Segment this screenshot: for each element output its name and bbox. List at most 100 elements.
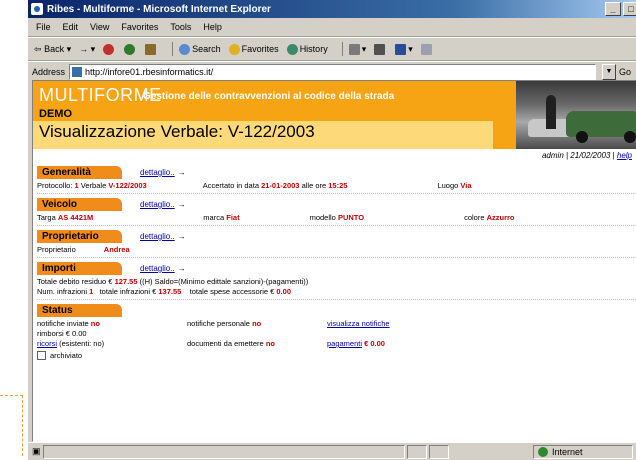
- toolbar-separator: [172, 42, 174, 56]
- mail-icon: [348, 43, 360, 55]
- status-pane: [42, 444, 405, 459]
- menu-tools[interactable]: Tools: [170, 22, 191, 32]
- home-button[interactable]: [145, 43, 158, 55]
- forward-arrow-icon: →: [79, 44, 89, 54]
- archiviato-label: archiviato: [50, 351, 83, 360]
- maximize-button[interactable]: □: [623, 2, 636, 16]
- pagamenti-value: € 0.00: [364, 339, 385, 348]
- address-dropdown[interactable]: ▼: [602, 64, 616, 80]
- photo-person: [546, 95, 556, 129]
- status-bar: ▣ Internet: [28, 442, 636, 460]
- user-info: admin | 21/02/2003 | help: [33, 151, 636, 162]
- refresh-icon: [124, 43, 136, 55]
- documenti-value: no: [265, 339, 275, 348]
- dettaglio-link[interactable]: dettaglio..: [140, 264, 175, 273]
- totale-infrazioni-value: 137.55: [158, 287, 182, 296]
- menu-edit[interactable]: Edit: [63, 22, 79, 32]
- ore-label: alle ore: [301, 181, 327, 190]
- back-button[interactable]: ⇦ Back ▾: [34, 44, 71, 55]
- history-icon: [286, 43, 298, 55]
- page-icon: [72, 67, 83, 77]
- print-icon: [374, 43, 386, 55]
- section-veicolo: Veicolo dettaglio.. → Targa AS 4421M mar…: [37, 198, 636, 226]
- print-button[interactable]: [374, 43, 387, 55]
- section-generalita: Generalità dettaglio.. → Protocollo: 1 V…: [37, 166, 636, 194]
- ricorsi-link[interactable]: ricorsi: [37, 339, 57, 348]
- go-button[interactable]: Go: [619, 67, 636, 77]
- photo-wheel: [576, 131, 588, 143]
- stop-button[interactable]: [103, 43, 116, 55]
- rimborsi-text: rimborsi € 0.00: [37, 329, 87, 338]
- spese-label: totale spese accessorie €: [189, 287, 275, 296]
- history-button[interactable]: History: [286, 43, 328, 55]
- zone-label: Internet: [552, 446, 583, 457]
- veicolo-row: Targa AS 4421M marca Fiat modello PUNTO …: [37, 211, 636, 226]
- refresh-button[interactable]: [124, 43, 137, 55]
- back-label: Back: [44, 44, 65, 54]
- minimize-button[interactable]: _: [605, 2, 621, 16]
- forward-button[interactable]: → ▾: [79, 44, 95, 55]
- menu-file[interactable]: File: [36, 22, 51, 32]
- page-title: Visualizzazione Verbale: V-122/2003: [39, 122, 315, 141]
- word-icon: [395, 43, 407, 55]
- menu-view[interactable]: View: [90, 22, 109, 32]
- proprietario-row: Proprietario Andrea: [37, 243, 636, 258]
- documenti-label: documenti da emettere: [187, 339, 264, 348]
- marca-label: marca: [203, 213, 225, 222]
- address-input[interactable]: http://infore01.rbesinformatics.it/: [69, 64, 596, 80]
- luogo-label: Luogo: [437, 181, 459, 190]
- back-arrow-icon: ⇦: [34, 43, 42, 54]
- browser-window: Ribes - Multiforme - Microsoft Internet …: [27, 0, 636, 460]
- address-url: http://infore01.rbesinformatics.it/: [85, 67, 214, 77]
- section-title: Status: [37, 304, 122, 317]
- discuss-icon: [420, 43, 432, 55]
- num-infrazioni-value: 1: [89, 287, 94, 296]
- search-icon: [179, 43, 191, 55]
- verbale-label: Verbale: [80, 181, 107, 190]
- discuss-button[interactable]: [420, 43, 434, 55]
- history-label: History: [299, 44, 328, 54]
- favorites-button[interactable]: Favorites: [228, 43, 279, 55]
- ricorsi-status: (esistenti: no): [59, 339, 105, 348]
- address-bar: Address http://infore01.rbesinformatics.…: [28, 61, 636, 82]
- status-pane: [428, 444, 449, 459]
- archiviato-checkbox[interactable]: [37, 351, 46, 360]
- search-button[interactable]: Search: [179, 43, 221, 55]
- mail-button[interactable]: ▾: [348, 43, 366, 55]
- totale-infrazioni-label: totale infrazioni €: [99, 287, 157, 296]
- generalita-row: Protocollo: 1 Verbale V-122/2003 Accerta…: [37, 179, 636, 194]
- dettaglio-link[interactable]: dettaglio..: [140, 232, 175, 241]
- num-infrazioni-label: Num. infrazioni: [37, 287, 88, 296]
- protocollo-value: 1: [74, 181, 79, 190]
- toolbar-separator: [341, 42, 343, 56]
- edit-button[interactable]: ▾: [395, 43, 413, 55]
- menu-bar: File Edit View Favorites Tools Help: [28, 18, 636, 37]
- status-body: notifiche inviate no notifiche personale…: [37, 317, 636, 363]
- targa-value: AS 4421M: [57, 213, 94, 222]
- dettaglio-link[interactable]: dettaglio..: [140, 200, 175, 209]
- debito-value: 127.55: [114, 277, 138, 286]
- photo-wheel: [624, 131, 636, 143]
- globe-icon: [538, 446, 548, 457]
- protocollo-label: Protocollo:: [37, 181, 73, 190]
- debito-label: Totale debito residuo €: [37, 277, 113, 286]
- accertato-label: Accertato in data: [202, 181, 259, 190]
- dettaglio-link[interactable]: dettaglio..: [140, 168, 175, 177]
- arrow-icon: →: [177, 200, 186, 209]
- marca-value: Fiat: [226, 213, 240, 222]
- toolbar: ⇦ Back ▾ → ▾ Search Favorites History ▾ …: [28, 37, 636, 61]
- help-link[interactable]: help: [617, 151, 632, 160]
- section-title: Proprietario: [37, 230, 122, 243]
- menu-help[interactable]: Help: [203, 22, 222, 32]
- importi-body: Totale debito residuo € 127.55 ((H) Sald…: [37, 275, 636, 300]
- arrow-icon: →: [177, 168, 186, 177]
- user-date: admin | 21/02/2003 |: [541, 151, 615, 160]
- section-importi: Importi dettaglio.. → Totale debito resi…: [37, 262, 636, 300]
- pagamenti-link[interactable]: pagamenti: [327, 339, 362, 349]
- colore-label: colore: [464, 213, 485, 222]
- status-pane: [406, 444, 427, 459]
- visualizza-notifiche-link[interactable]: visualizza notifiche: [327, 319, 390, 329]
- colore-value: Azzurro: [486, 213, 515, 222]
- menu-favorites[interactable]: Favorites: [121, 22, 158, 32]
- modello-value: PUNTO: [337, 213, 365, 222]
